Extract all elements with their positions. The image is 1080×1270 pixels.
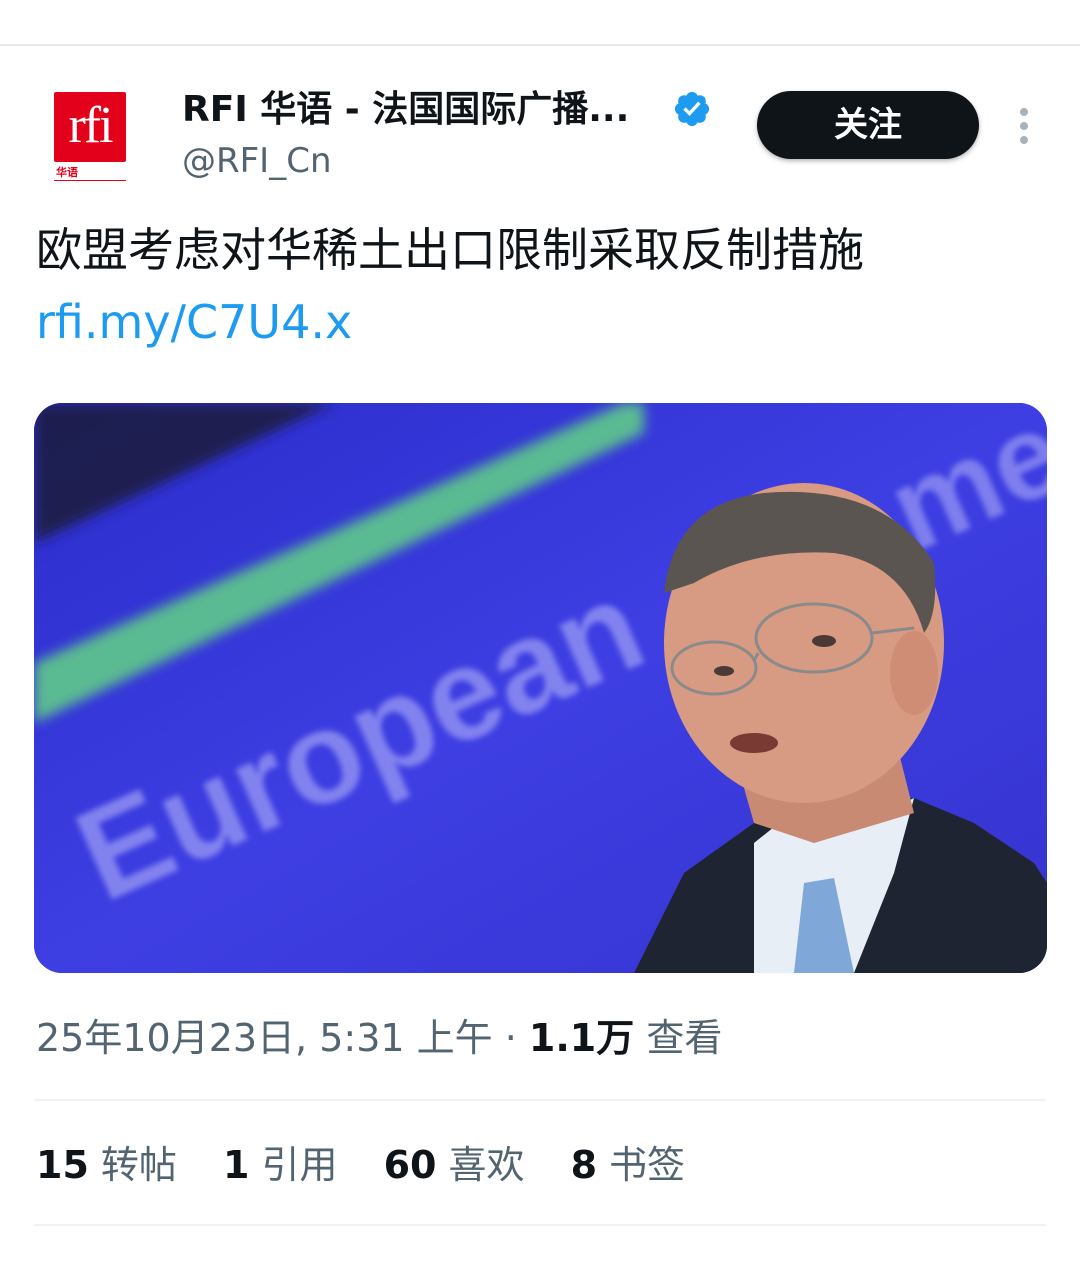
verified-badge-icon <box>674 91 710 127</box>
logo-underline <box>54 180 126 181</box>
views-count: 1.1万 <box>528 1016 635 1060</box>
logo-subtitle: 华语 <box>56 166 78 179</box>
tweet-media-image[interactable]: European me <box>34 403 1047 973</box>
stat-reposts[interactable]: 15 转帖 <box>36 1138 177 1192</box>
stat-bookmarks[interactable]: 8 书签 <box>571 1138 685 1192</box>
account-handle[interactable]: @RFI_Cn <box>182 140 332 182</box>
rfi-logo: rfi <box>54 92 126 162</box>
tweet-link[interactable]: rfi.my/C7U4.x <box>36 292 352 352</box>
stat-quotes[interactable]: 1 引用 <box>223 1138 337 1192</box>
avatar[interactable]: rfi 华语 <box>52 92 126 182</box>
divider <box>34 1224 1046 1226</box>
timestamp[interactable]: 25年10月23日, 5:31 上午 <box>36 1016 493 1060</box>
meta-separator: · <box>504 1016 517 1060</box>
display-name[interactable]: RFI 华语 - 法国国际广播... <box>182 88 629 132</box>
engagement-stats: 15 转帖 1 引用 60 喜欢 8 书签 <box>36 1138 719 1192</box>
tweet-meta: 25年10月23日, 5:31 上午 · 1.1万 查看 <box>36 1012 722 1064</box>
tweet-text: 欧盟考虑对华稀土出口限制采取反制措施 <box>36 223 864 277</box>
media-photo: European me <box>34 403 1047 973</box>
stat-likes[interactable]: 60 喜欢 <box>384 1138 525 1192</box>
divider <box>34 1099 1046 1101</box>
top-divider <box>0 44 1080 46</box>
views-label: 查看 <box>646 1016 723 1060</box>
follow-button[interactable]: 关注 <box>757 91 979 159</box>
more-vertical-icon[interactable] <box>1010 104 1038 148</box>
